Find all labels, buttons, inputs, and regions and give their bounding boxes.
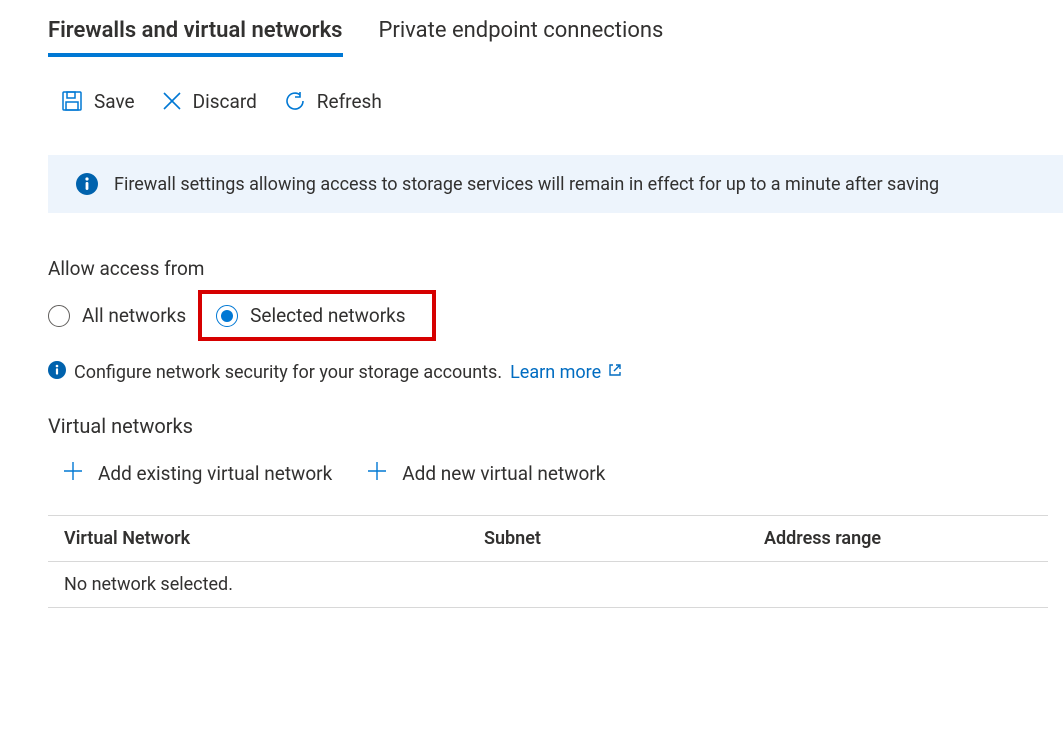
add-new-vnet-button[interactable]: Add new virtual network bbox=[366, 460, 605, 487]
table-header-row: Virtual Network Subnet Address range bbox=[48, 515, 1048, 562]
col-subnet: Subnet bbox=[484, 528, 764, 549]
refresh-icon bbox=[283, 89, 307, 113]
refresh-label: Refresh bbox=[317, 90, 382, 113]
add-existing-vnet-button[interactable]: Add existing virtual network bbox=[62, 460, 332, 487]
highlight-box: Selected networks bbox=[198, 290, 436, 341]
col-virtual-network: Virtual Network bbox=[64, 528, 484, 549]
discard-icon bbox=[161, 90, 183, 112]
plus-icon bbox=[366, 460, 388, 487]
save-icon bbox=[60, 89, 84, 113]
tab-firewalls[interactable]: Firewalls and virtual networks bbox=[48, 18, 343, 57]
radio-icon-selected bbox=[216, 305, 238, 327]
allow-access-label: Allow access from bbox=[48, 257, 1063, 280]
tab-bar: Firewalls and virtual networks Private e… bbox=[48, 18, 1063, 57]
save-label: Save bbox=[94, 90, 135, 113]
empty-state-text: No network selected. bbox=[64, 574, 484, 595]
vnet-add-row: Add existing virtual network Add new vir… bbox=[62, 460, 1063, 487]
configure-line: Configure network security for your stor… bbox=[48, 361, 1063, 384]
radio-selected-networks[interactable]: Selected networks bbox=[216, 304, 406, 327]
add-new-label: Add new virtual network bbox=[402, 462, 605, 485]
add-existing-label: Add existing virtual network bbox=[98, 462, 332, 485]
radio-all-networks[interactable]: All networks bbox=[48, 304, 186, 327]
radio-dot bbox=[221, 310, 233, 322]
learn-more-link[interactable]: Learn more bbox=[510, 362, 623, 383]
virtual-networks-heading: Virtual networks bbox=[48, 414, 1063, 438]
allow-access-radio-group: All networks Selected networks bbox=[48, 290, 1063, 341]
col-address-range: Address range bbox=[764, 528, 1063, 549]
plus-icon bbox=[62, 460, 84, 487]
info-banner-text: Firewall settings allowing access to sto… bbox=[114, 174, 939, 195]
tab-private-endpoints[interactable]: Private endpoint connections bbox=[379, 18, 664, 57]
refresh-button[interactable]: Refresh bbox=[283, 89, 382, 113]
toolbar: Save Discard Refresh bbox=[60, 89, 1063, 113]
info-banner: Firewall settings allowing access to sto… bbox=[48, 155, 1063, 213]
info-icon bbox=[76, 173, 98, 195]
discard-button[interactable]: Discard bbox=[161, 90, 257, 113]
radio-icon bbox=[48, 305, 70, 327]
radio-selected-networks-label: Selected networks bbox=[250, 304, 406, 327]
discard-label: Discard bbox=[193, 90, 257, 113]
vnet-table: Virtual Network Subnet Address range No … bbox=[48, 515, 1048, 608]
learn-more-label: Learn more bbox=[510, 362, 601, 383]
external-link-icon bbox=[607, 362, 623, 383]
table-row: No network selected. bbox=[48, 562, 1048, 608]
configure-text: Configure network security for your stor… bbox=[74, 362, 502, 383]
radio-all-networks-label: All networks bbox=[82, 304, 186, 327]
info-icon-small bbox=[48, 361, 66, 384]
save-button[interactable]: Save bbox=[60, 89, 135, 113]
